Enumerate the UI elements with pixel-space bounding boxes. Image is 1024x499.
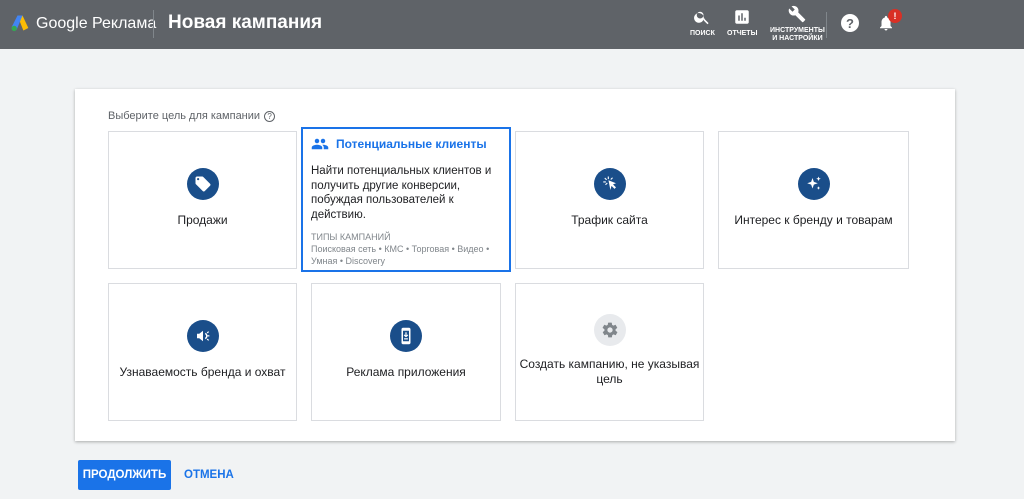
people-icon — [311, 138, 329, 150]
gear-icon — [593, 314, 626, 346]
goal-card-traffic[interactable]: Трафик сайта — [515, 131, 704, 269]
cursor-click-icon — [593, 168, 626, 200]
tools-settings-button[interactable]: ИНСТРУМЕНТЫ И НАСТРОЙКИ — [770, 5, 825, 43]
goal-card-app[interactable]: Реклама приложения — [311, 283, 501, 421]
sparkle-icon — [797, 168, 830, 200]
goal-selection-panel: Выберите цель для кампании ? Продажи Пот… — [75, 89, 955, 441]
help-circle-icon[interactable]: ? — [264, 110, 276, 122]
goal-card-label: Реклама приложения — [346, 365, 466, 379]
header-divider — [153, 10, 154, 38]
cancel-button[interactable]: ОТМЕНА — [184, 460, 234, 490]
goal-card-label: Создать кампанию, не указывая цель — [519, 357, 700, 386]
search-label: ПОИСК — [690, 30, 715, 37]
wrench-icon — [789, 5, 806, 23]
page-title: Новая кампания — [168, 12, 323, 33]
notification-badge: ! — [888, 9, 902, 23]
campaign-types-heading: ТИПЫ КАМПАНИЙ — [311, 232, 391, 242]
goal-card-no-goal[interactable]: Создать кампанию, не указывая цель — [515, 283, 704, 421]
goal-card-description: Найти потенциальных клиентов и получить … — [311, 165, 492, 221]
google-ads-logo-icon[interactable] — [10, 12, 30, 34]
search-button[interactable]: ПОИСК — [690, 8, 715, 38]
reports-label: ОТЧЕТЫ — [727, 30, 758, 37]
goal-card-label: Узнаваемость бренда и охват — [119, 365, 286, 379]
brand-name: Google Реклама — [36, 15, 157, 32]
goal-card-label: Продажи — [177, 213, 228, 227]
megaphone-icon — [186, 320, 219, 352]
goal-card-consideration[interactable]: Интерес к бренду и товарам — [718, 131, 909, 269]
goal-card-sales[interactable]: Продажи — [108, 131, 297, 269]
goal-card-label: Трафик сайта — [571, 213, 648, 227]
tools-label-line1: ИНСТРУМЕНТЫ — [770, 27, 825, 34]
tools-divider — [826, 12, 827, 38]
help-icon[interactable]: ? — [841, 14, 859, 32]
bar-chart-icon — [735, 10, 749, 24]
reports-button[interactable]: ОТЧЕТЫ — [727, 8, 757, 38]
campaign-types-list: Поисковая сеть • КМС • Торговая • Видео … — [311, 244, 490, 266]
tools-label-line2: И НАСТРОЙКИ — [772, 35, 823, 42]
goal-card-awareness[interactable]: Узнаваемость бренда и охват — [108, 283, 297, 421]
goal-card-leads[interactable]: Потенциальные клиенты Найти потенциальны… — [301, 127, 511, 272]
goal-card-header: Потенциальные клиенты — [311, 137, 501, 151]
top-bar: Google Реклама Новая кампания ПОИСК ОТЧЕ… — [0, 0, 1024, 49]
goal-prompt-text: Выберите цель для кампании — [108, 110, 261, 122]
phone-icon — [390, 320, 422, 352]
search-icon — [694, 11, 710, 25]
tag-icon — [186, 168, 219, 200]
goal-prompt: Выберите цель для кампании ? — [108, 110, 276, 122]
continue-button[interactable]: ПРОДОЛЖИТЬ — [78, 460, 171, 490]
goal-card-label: Интерес к бренду и товарам — [734, 213, 893, 227]
goal-card-title: Потенциальные клиенты — [336, 137, 487, 151]
